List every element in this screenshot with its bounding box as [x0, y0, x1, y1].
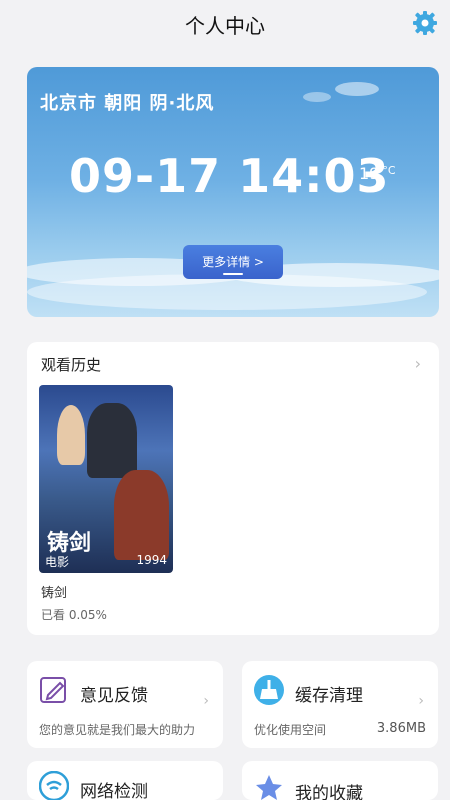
- card-title: 意见反馈: [80, 686, 148, 706]
- watch-progress: 已看 0.05%: [41, 608, 107, 622]
- weather-card: 北京市 朝阳 阴·北风 09-17 14:03 19 °C 更多详情 >: [27, 67, 439, 317]
- date-time: 09-17 14:03: [69, 149, 390, 203]
- edit-icon: [40, 677, 66, 703]
- card-title: 我的收藏: [295, 784, 363, 800]
- settings-gear-icon[interactable]: [412, 10, 438, 36]
- cache-clean-card[interactable]: 缓存清理 › 优化使用空间 3.86MB: [242, 661, 438, 748]
- card-title: 网络检测: [80, 782, 148, 800]
- movie-name: 铸剑: [41, 586, 68, 601]
- favorites-card[interactable]: 我的收藏: [242, 761, 438, 800]
- temperature-unit: °C: [382, 164, 396, 177]
- card-description: 优化使用空间: [254, 723, 327, 737]
- more-details-label: 更多详情 >: [202, 255, 264, 269]
- section-title: 观看历史: [41, 356, 102, 374]
- poster-figure: [57, 405, 85, 465]
- network-check-card[interactable]: 网络检测: [27, 761, 223, 800]
- poster-year: 1994: [136, 553, 167, 567]
- cache-size: 3.86MB: [376, 721, 426, 736]
- chevron-right-icon: ›: [418, 693, 424, 709]
- poster-figure: [114, 470, 169, 560]
- temperature-value: 19: [359, 164, 380, 183]
- card-title: 缓存清理: [295, 686, 363, 706]
- top-bar: 个人中心: [0, 0, 450, 48]
- poster-type-label: 电影: [45, 555, 70, 569]
- star-icon: [256, 775, 282, 800]
- poster-figure: [87, 403, 137, 478]
- chevron-right-icon[interactable]: ›: [415, 354, 421, 373]
- movie-poster[interactable]: 铸剑 电影 1994: [39, 385, 173, 573]
- card-description: 您的意见就是我们最大的助力: [39, 723, 196, 737]
- feedback-card[interactable]: 意见反馈 › 您的意见就是我们最大的助力: [27, 661, 223, 748]
- weather-location: 北京市 朝阳 阴·北风: [40, 93, 215, 114]
- chevron-right-icon: ›: [203, 693, 209, 709]
- button-underline: [223, 273, 243, 275]
- page-title: 个人中心: [185, 14, 265, 38]
- more-details-button[interactable]: 更多详情 >: [183, 245, 283, 279]
- temperature: 19 °C: [359, 164, 396, 183]
- wifi-icon: [39, 771, 69, 800]
- watch-history-card: 观看历史 › 铸剑 电影 1994 铸剑 已看 0.05%: [27, 342, 439, 635]
- broom-icon: [254, 675, 284, 705]
